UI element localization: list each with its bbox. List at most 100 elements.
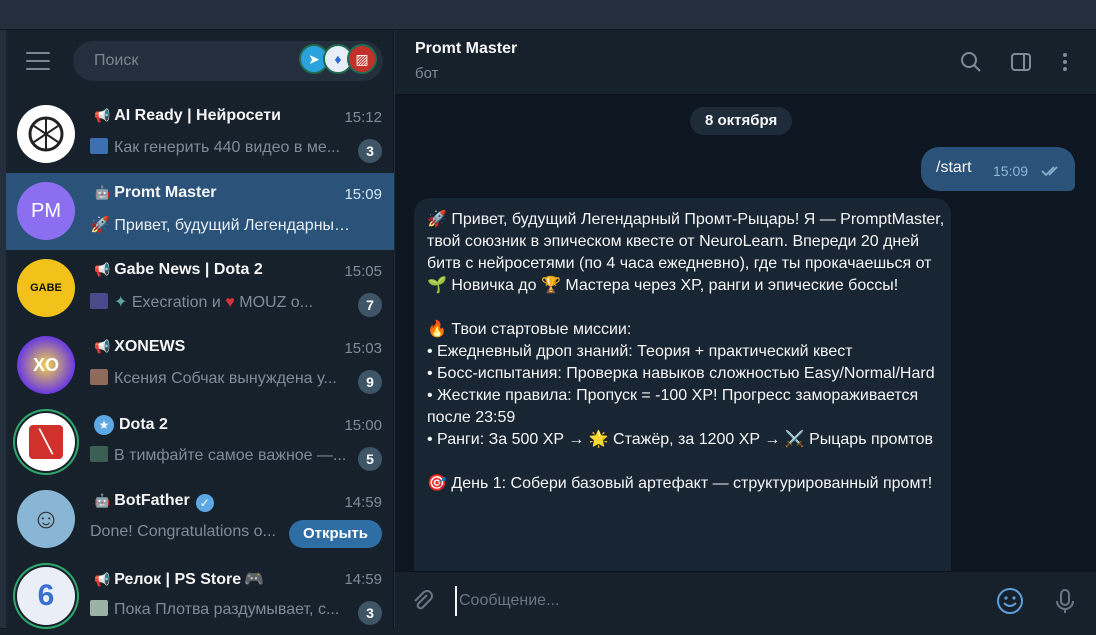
team-logo-icon: ✦ [114, 294, 132, 311]
sidebar-toggle-icon[interactable] [1009, 50, 1033, 74]
chat-preview: Пока Плотва раздумывает, с... [90, 600, 352, 619]
chat-time: 15:00 [344, 417, 382, 434]
xonews-avatar: XO [17, 336, 75, 394]
avatar: PM [17, 182, 75, 240]
message-composer [395, 571, 1096, 629]
chat-time: 15:03 [344, 340, 382, 357]
more-options-icon[interactable] [1053, 50, 1077, 74]
chat-title-text: Promt Master [114, 184, 217, 201]
chat-title-text: Gabe News | Dota 2 [114, 261, 263, 278]
message-input[interactable] [455, 586, 975, 616]
chat-item-gabe-news[interactable]: GABE 📢 Gabe News | Dota 2 15:05 ✦ Execrat… [6, 250, 394, 327]
menu-icon[interactable] [26, 52, 50, 72]
bot-icon: 🤖 [94, 493, 111, 508]
chat-time: 15:05 [344, 263, 382, 280]
chat-preview-text: Как генерить 440 видео в ме... [114, 139, 341, 156]
date-separator: 8 октября [690, 107, 793, 135]
chat-title: ★ Dota 2 [94, 415, 168, 435]
chat-preview-text: Execration и [131, 294, 221, 311]
chat-time: 15:12 [344, 109, 382, 126]
preview-thumbnail [90, 369, 108, 385]
preview-thumbnail [90, 600, 108, 616]
microphone-icon[interactable] [1051, 587, 1079, 615]
chat-title-text: XONEWS [114, 338, 186, 355]
message-text: /start [936, 159, 972, 176]
dota-folder-icon[interactable]: ▨ [347, 44, 377, 74]
preview-thumbnail [90, 138, 108, 154]
chat-item-xonews[interactable]: XO 📢 XONEWS 15:03 Ксения Собчак вынуждена… [6, 327, 394, 404]
megaphone-icon: 📢 [94, 572, 111, 587]
chat-title-text: Релок | PS Store [114, 571, 242, 588]
preview-thumbnail [90, 293, 108, 309]
chat-item-relok[interactable]: 6 📢 Релок | PS Store 🎮 14:59 Пока Плотва р… [6, 558, 394, 635]
chat-list: 📢 AI Ready | Нейросети 15:12 Как генерить… [6, 96, 394, 635]
chat-preview-text: Пока Плотва раздумывает, с... [114, 601, 340, 618]
attach-icon[interactable] [409, 587, 437, 615]
chat-preview: ✦ Execration и ♥ MOUZ о... [90, 292, 352, 312]
gamepad-icon: 🎮 [244, 571, 265, 588]
chat-item-promt-master[interactable]: PM 🤖 Promt Master 15:09 🚀 Привет, будущий… [6, 173, 394, 250]
rocket-icon: 🚀 [90, 217, 115, 234]
gabe-news-avatar: GABE [17, 259, 75, 317]
unread-badge: 9 [358, 370, 382, 394]
chat-time: 15:09 [344, 186, 382, 203]
megaphone-icon: 📢 [94, 339, 111, 354]
search-icon[interactable] [959, 50, 983, 74]
message-area[interactable]: 8 октября /start 15:09 🚀 Привет, будущий… [395, 96, 1096, 571]
preview-thumbnail [90, 446, 108, 462]
message-time: 15:09 [993, 163, 1029, 179]
window-titlebar [0, 0, 1096, 30]
chat-time: 14:59 [344, 571, 382, 588]
unread-badge: 5 [358, 447, 382, 471]
chat-header: Promt Master бот [395, 30, 1096, 95]
mouz-logo-icon: ♥ [225, 294, 240, 311]
chat-preview-text: Ксения Собчак вынуждена у... [114, 370, 337, 387]
unread-badge: 7 [358, 293, 382, 317]
chat-preview-text: В тимфайте самое важное —... [114, 447, 347, 464]
star-badge-icon: ★ [94, 415, 114, 435]
chat-title-text: Dota 2 [119, 416, 168, 433]
chat-preview-text: Привет, будущий Легендарный ... [114, 217, 352, 234]
chat-title: 📢 Gabe News | Dota 2 [94, 261, 263, 279]
sidebar-header: ➤ ♦ ▨ [6, 30, 393, 94]
chat-panel: Promt Master бот 8 октября /start 15:09 … [395, 30, 1096, 629]
chat-time: 14:59 [344, 494, 382, 511]
dota-logo-icon: ╲ [29, 425, 63, 459]
outgoing-message[interactable]: /start 15:09 [921, 147, 1075, 191]
relok-avatar: 6 [17, 567, 75, 625]
megaphone-icon: 📢 [94, 262, 111, 277]
chat-header-subtitle: бот [415, 65, 439, 82]
dota-avatar: ╲ [17, 413, 75, 471]
verified-icon: ✓ [195, 494, 214, 512]
botfather-avatar: ☺ [17, 490, 75, 548]
unread-badge: 3 [358, 139, 382, 163]
search-box[interactable]: ➤ ♦ ▨ [73, 41, 383, 81]
chat-item-ai-ready[interactable]: 📢 AI Ready | Нейросети 15:12 Как генерить… [6, 96, 394, 173]
chat-preview-text-2: MOUZ о... [239, 294, 314, 311]
chat-preview: Как генерить 440 видео в ме... [90, 138, 352, 157]
chat-title: 📢 XONEWS [94, 338, 185, 356]
chat-title: 🤖 BotFather ✓ [94, 492, 214, 512]
chat-title: 📢 AI Ready | Нейросети [94, 107, 281, 125]
emoji-icon[interactable] [996, 587, 1024, 615]
incoming-message[interactable]: 🚀 Привет, будущий Легендарный Промт-Рыца… [414, 198, 951, 571]
chat-preview: В тимфайте самое важное —... [90, 446, 352, 465]
read-checks-icon [1041, 166, 1058, 177]
chat-title: 🤖 Promt Master [94, 184, 216, 202]
sidebar: ➤ ♦ ▨ 📢AI Ready | Нейросети 15:12 Как ге… [6, 30, 394, 629]
search-input[interactable] [73, 41, 293, 81]
chat-item-dota-2[interactable]: ╲ ★ Dota 2 15:00 В тимфайте самое важное … [6, 404, 394, 481]
chat-item-botfather[interactable]: ☺ 🤖 BotFather ✓ 14:59 Done! Congratulation… [6, 481, 394, 558]
chat-title: 📢 Релок | PS Store 🎮 [94, 569, 264, 589]
bot-icon: 🤖 [94, 185, 111, 200]
unread-badge: 3 [358, 601, 382, 625]
message-text: 🚀 Привет, будущий Легендарный Промт-Рыца… [427, 211, 945, 492]
chat-preview: 🚀 Привет, будущий Легендарный ... [90, 215, 352, 235]
open-button[interactable]: Открыть [288, 520, 382, 548]
chat-title-text: BotFather [114, 492, 190, 509]
ai-brain-avatar [17, 105, 75, 163]
chat-title-text: AI Ready | Нейросети [114, 107, 281, 124]
folder-icons[interactable]: ➤ ♦ ▨ [299, 44, 377, 78]
megaphone-icon: 📢 [94, 108, 111, 123]
chat-header-title[interactable]: Promt Master [415, 40, 517, 58]
